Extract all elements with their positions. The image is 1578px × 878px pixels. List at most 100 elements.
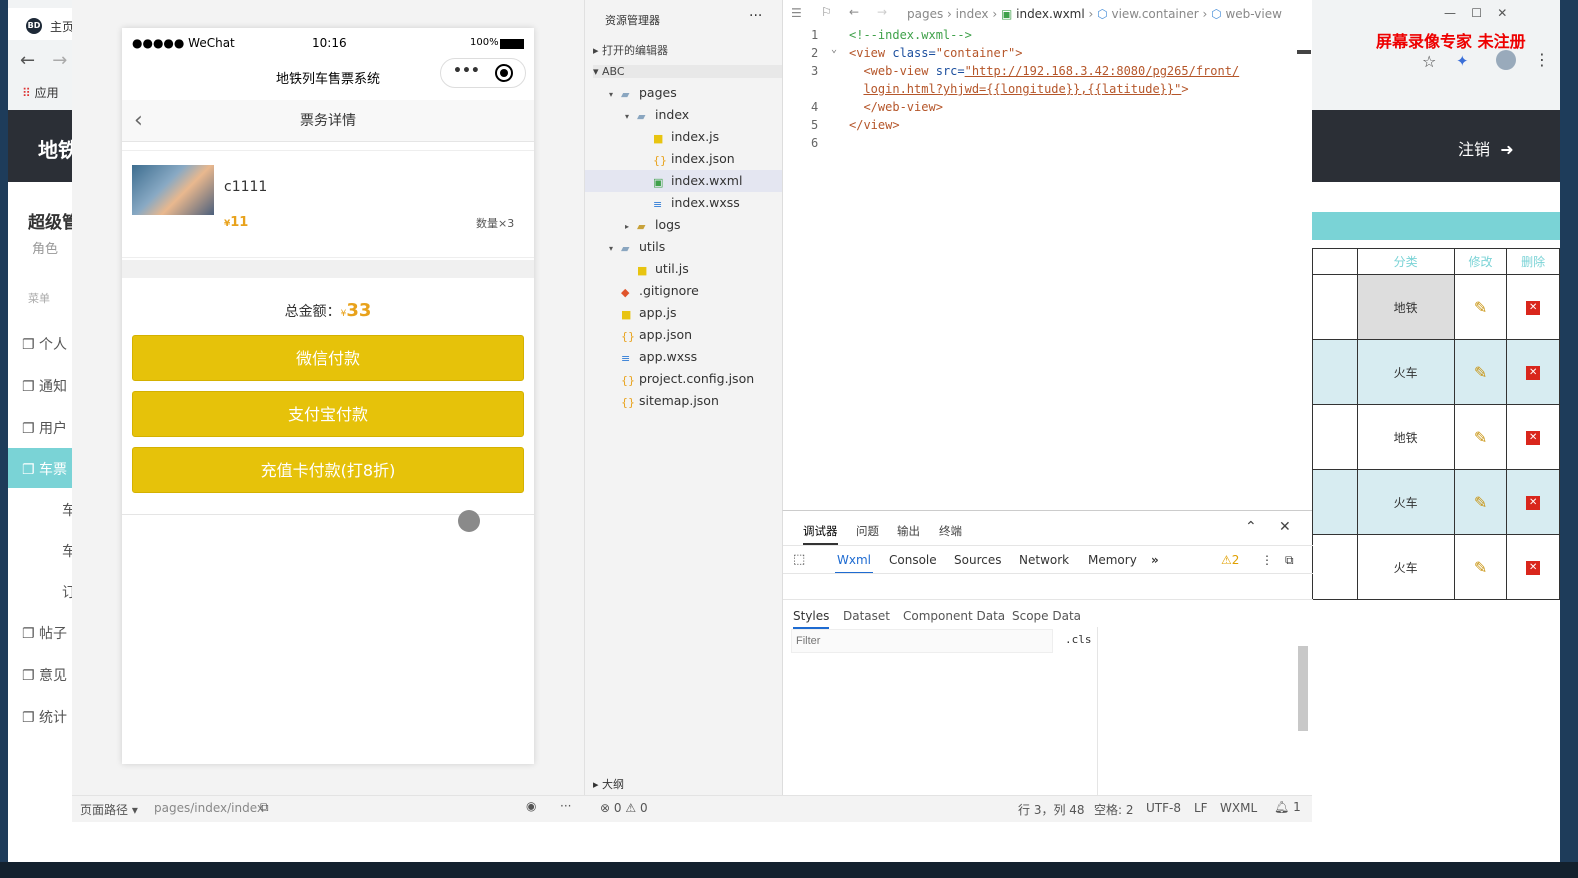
notifications[interactable]: 🔔︎ 1 xyxy=(1274,800,1301,814)
edit-pencil-icon[interactable]: ✎ xyxy=(1474,363,1487,382)
copy-icon[interactable]: ⧉ xyxy=(260,800,269,815)
tab-output[interactable]: 输出 xyxy=(897,523,920,539)
kebab-menu-icon[interactable]: ⋮ xyxy=(1261,553,1273,567)
logout-button[interactable]: 注销 ➜ xyxy=(1458,136,1514,160)
eye-icon[interactable]: ◉ xyxy=(526,799,536,813)
code-editor[interactable]: ☰ ⚐ ← → pages › index › ▣ index.wxml › ⬡… xyxy=(782,0,1312,510)
project-section[interactable]: ▾ ABC xyxy=(593,65,783,78)
edit-pencil-icon[interactable]: ✎ xyxy=(1474,558,1487,577)
bookmarks-apps[interactable]: ⠿ 应用 xyxy=(22,84,59,101)
tab-debugger[interactable]: 调试器 xyxy=(803,523,838,545)
chevron-icon[interactable]: ▾ xyxy=(609,84,621,106)
back-arrow-icon[interactable]: ← xyxy=(20,50,35,71)
window-controls[interactable]: — ☐ ✕ xyxy=(1444,6,1507,20)
bookmark-icon[interactable]: ⚐ xyxy=(821,5,832,19)
tree-item[interactable]: ■ util.js xyxy=(585,258,783,280)
delete-icon[interactable]: ✕ xyxy=(1526,366,1541,380)
edit-pencil-icon[interactable]: ✎ xyxy=(1474,428,1487,447)
breadcrumb-item[interactable]: web-view xyxy=(1225,7,1281,21)
tab-dataset[interactable]: Dataset xyxy=(843,609,890,623)
tab-network[interactable]: Network xyxy=(1019,553,1069,567)
back-arrow-icon[interactable]: ← xyxy=(849,5,859,19)
tab-styles[interactable]: Styles xyxy=(793,609,830,629)
inspect-cursor-icon[interactable]: ⬚ xyxy=(793,552,805,567)
close-miniprogram-icon[interactable] xyxy=(495,64,513,82)
tab-memory[interactable]: Memory xyxy=(1088,553,1137,567)
edit-pencil-icon[interactable]: ✎ xyxy=(1474,493,1487,512)
back-chevron-icon[interactable]: ‹ xyxy=(134,100,143,142)
line-ending[interactable]: LF xyxy=(1194,801,1208,815)
dock-icon[interactable]: ⧉ xyxy=(1285,553,1294,568)
more-tabs-icon[interactable]: » xyxy=(1151,553,1159,567)
tab-console[interactable]: Console xyxy=(889,553,937,567)
sidebar-item-active[interactable]: ❐ 车票 xyxy=(22,459,67,479)
more-icon[interactable]: ··· xyxy=(749,8,762,24)
more-icon[interactable]: ··· xyxy=(560,799,571,813)
close-panel-icon[interactable]: ✕ xyxy=(1279,519,1291,535)
extension-icon[interactable]: ✦ xyxy=(1456,52,1469,70)
browser-tab[interactable]: BD 主页 xyxy=(8,8,78,40)
warning-count[interactable]: ⚠2 xyxy=(1221,553,1239,567)
delete-icon[interactable]: ✕ xyxy=(1526,496,1541,510)
tree-item[interactable]: {} sitemap.json xyxy=(585,390,783,412)
language-mode[interactable]: WXML xyxy=(1220,801,1257,815)
chevron-icon[interactable]: ▾ xyxy=(609,238,621,260)
sidebar-item[interactable]: ❐ 用户 xyxy=(22,418,67,438)
sidebar-item[interactable]: ❐ 意见 xyxy=(22,665,67,685)
delete-icon[interactable]: ✕ xyxy=(1526,561,1541,575)
tree-item[interactable]: ▾ ▰ index xyxy=(585,104,783,126)
sidebar-item[interactable]: ❐ 帖子 xyxy=(22,623,67,643)
ticket-card[interactable]: c1111 ¥11 数量×3 xyxy=(122,150,534,258)
tab-sources[interactable]: Sources xyxy=(954,553,1001,567)
delete-icon[interactable]: ✕ xyxy=(1526,431,1541,445)
delete-icon[interactable]: ✕ xyxy=(1526,301,1541,315)
bookmark-star-icon[interactable]: ☆ xyxy=(1422,52,1436,71)
cls-toggle[interactable]: .cls xyxy=(1065,633,1092,646)
outline-section[interactable]: ▸ 大纲 xyxy=(593,776,624,792)
browser-menu-icon[interactable]: ⋮ xyxy=(1534,50,1550,69)
tree-item[interactable]: ◆ .gitignore xyxy=(585,280,783,302)
fold-chevron-icon[interactable]: ⌄ xyxy=(831,44,837,55)
breadcrumb-item[interactable]: index.wxml xyxy=(1016,7,1085,21)
tree-item[interactable]: ■ app.js xyxy=(585,302,783,324)
minimap-slider[interactable] xyxy=(1297,50,1311,54)
tab-scope-data[interactable]: Scope Data xyxy=(1012,609,1081,623)
more-dots-icon[interactable]: ••• xyxy=(453,63,480,79)
chevron-icon[interactable]: ▸ xyxy=(625,216,637,238)
forward-arrow-icon[interactable]: → xyxy=(52,50,67,71)
breadcrumb-item[interactable]: index xyxy=(956,7,989,21)
tab-component-data[interactable]: Component Data xyxy=(903,609,1005,623)
tree-item[interactable]: ≡ index.wxss xyxy=(585,192,783,214)
list-icon[interactable]: ☰ xyxy=(791,6,802,20)
browser-back-forward[interactable]: ← → xyxy=(20,50,67,71)
encoding[interactable]: UTF-8 xyxy=(1146,801,1181,815)
tab-terminal[interactable]: 终端 xyxy=(939,523,962,539)
cursor-position[interactable]: 行 3，列 48 xyxy=(1018,801,1085,818)
breadcrumb-item[interactable]: view.container xyxy=(1111,7,1198,21)
tree-item[interactable]: ≡ app.wxss xyxy=(585,346,783,368)
tree-item[interactable]: ▾ ▰ utils xyxy=(585,236,783,258)
indentation[interactable]: 空格: 2 xyxy=(1094,801,1134,818)
alipay-button[interactable]: 支付宝付款 xyxy=(132,391,524,437)
breadcrumb-item[interactable]: pages xyxy=(907,7,943,21)
sidebar-item[interactable]: ❐ 个人 xyxy=(22,334,67,354)
page-path-dropdown[interactable]: 页面路径 ▾ xyxy=(80,801,138,818)
scrollbar[interactable] xyxy=(1298,646,1308,731)
styles-filter-input[interactable] xyxy=(791,629,1053,653)
tab-wxml[interactable]: Wxml xyxy=(835,553,873,574)
problems-summary[interactable]: ⊗ 0 ⚠ 0 xyxy=(600,801,648,815)
tree-item[interactable]: {} index.json xyxy=(585,148,783,170)
tab-problems[interactable]: 问题 xyxy=(856,523,879,539)
tree-item[interactable]: {} project.config.json xyxy=(585,368,783,390)
profile-avatar[interactable] xyxy=(1496,50,1516,70)
collapse-panel-icon[interactable]: ⌃ xyxy=(1245,519,1257,535)
open-editors-section[interactable]: ▸ 打开的编辑器 xyxy=(593,42,668,58)
sidebar-item[interactable]: ❐ 统计 xyxy=(22,707,67,727)
chevron-icon[interactable]: ▾ xyxy=(625,106,637,128)
wechat-pay-button[interactable]: 微信付款 xyxy=(132,335,524,381)
sidebar-item[interactable]: ❐ 通知 xyxy=(22,376,67,396)
tree-item[interactable]: ▸ ▰ logs xyxy=(585,214,783,236)
tree-item[interactable]: {} app.json xyxy=(585,324,783,346)
tree-item[interactable]: ▣ index.wxml xyxy=(585,170,783,192)
tree-item[interactable]: ■ index.js xyxy=(585,126,783,148)
